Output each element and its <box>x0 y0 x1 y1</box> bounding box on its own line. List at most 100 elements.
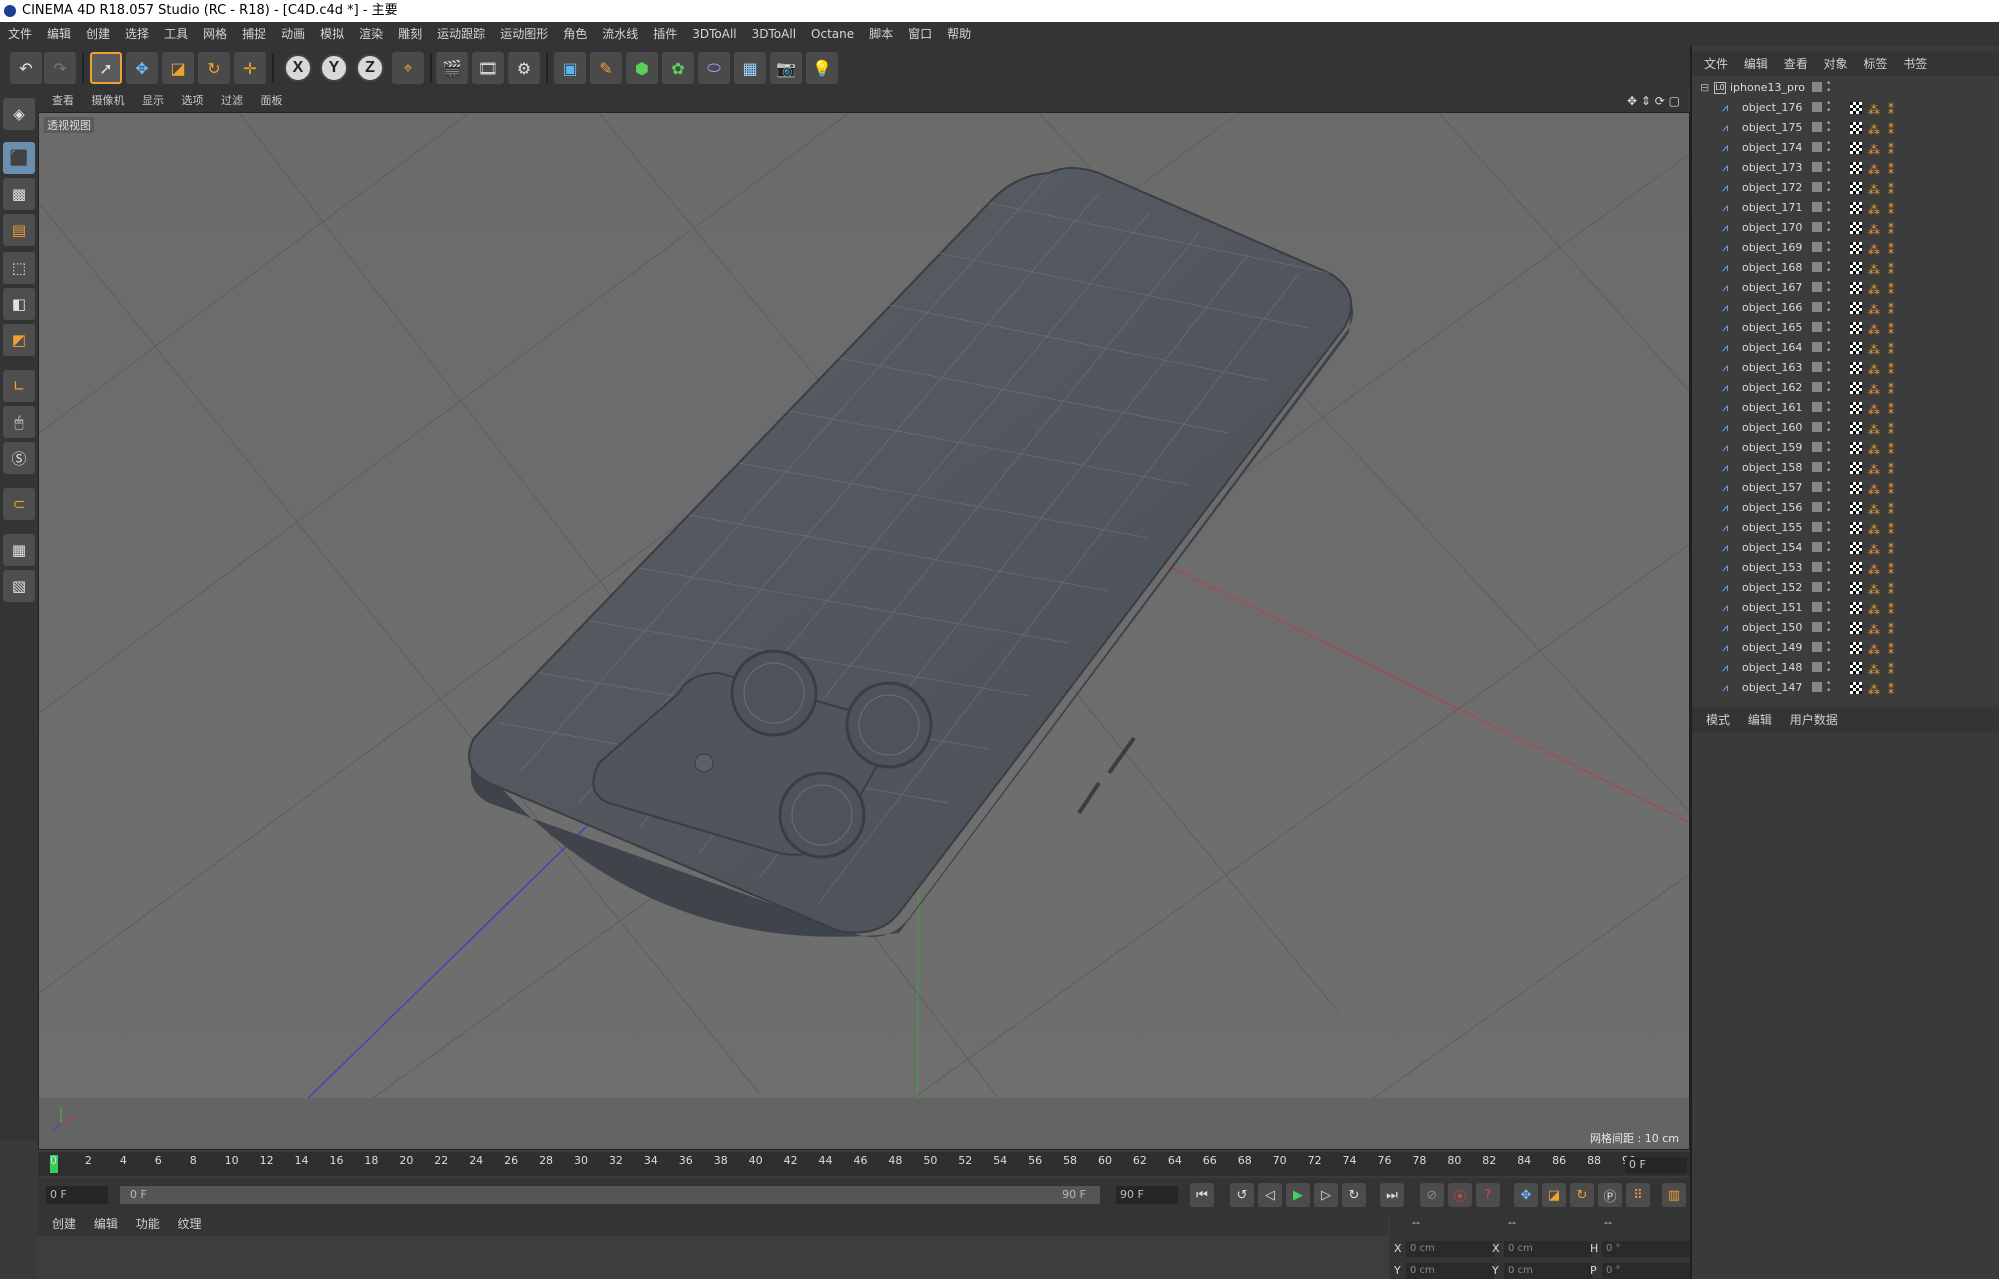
key-parameter-icon[interactable]: Ⓟ <box>1598 1183 1622 1207</box>
key-pla-icon[interactable]: ⠿ <box>1626 1183 1650 1207</box>
phong-tag-icon[interactable]: ⁂ <box>1868 420 1880 440</box>
texture-tag-icon[interactable] <box>1850 662 1862 674</box>
uvw-tag-icon[interactable]: ⁑ <box>1888 140 1894 160</box>
texture-tag-icon[interactable] <box>1850 322 1862 334</box>
list-item[interactable]: ⩘ object_165 • • ⁂ ⁑ <box>1692 318 1999 338</box>
pen-icon[interactable]: ✎ <box>590 52 622 84</box>
list-item[interactable]: ⩘ object_167 • • ⁂ ⁑ <box>1692 278 1999 298</box>
rotation-h-field[interactable]: 0 ° <box>1602 1241 1690 1257</box>
phong-tag-icon[interactable]: ⁂ <box>1868 460 1880 480</box>
move-plus-icon[interactable]: ✛ <box>234 52 266 84</box>
phong-tag-icon[interactable]: ⁂ <box>1868 360 1880 380</box>
magnet-icon[interactable]: ⊂ <box>3 488 35 520</box>
phong-tag-icon[interactable]: ⁂ <box>1868 500 1880 520</box>
layer-flag[interactable] <box>1812 602 1822 612</box>
uvw-tag-icon[interactable]: ⁑ <box>1888 600 1894 620</box>
planar-workplane-icon[interactable]: ▧ <box>3 570 35 602</box>
layer-flag[interactable] <box>1812 562 1822 572</box>
phong-tag-icon[interactable]: ⁂ <box>1868 580 1880 600</box>
texture-tag-icon[interactable] <box>1850 222 1862 234</box>
layer-flag[interactable] <box>1812 342 1822 352</box>
prev-key-icon[interactable]: ↺ <box>1230 1183 1254 1207</box>
texture-tag-icon[interactable] <box>1850 462 1862 474</box>
object-name[interactable]: object_147 <box>1742 678 1802 698</box>
layer-flag[interactable] <box>1812 102 1822 112</box>
end-frame-field[interactable]: 90 F <box>1116 1186 1178 1204</box>
redo-icon[interactable]: ↷ <box>44 52 76 84</box>
viewport-menu-filter[interactable]: 过滤 <box>221 90 243 112</box>
object-name[interactable]: object_157 <box>1742 478 1802 498</box>
range-slider[interactable]: 0 F 90 F <box>120 1186 1100 1204</box>
uvw-tag-icon[interactable]: ⁑ <box>1888 160 1894 180</box>
menu-simulate[interactable]: 模拟 <box>312 22 351 46</box>
object-name[interactable]: object_158 <box>1742 458 1802 478</box>
phong-tag-icon[interactable]: ⁂ <box>1868 320 1880 340</box>
texture-tag-icon[interactable] <box>1850 582 1862 594</box>
texture-tag-icon[interactable] <box>1850 302 1862 314</box>
uvw-tag-icon[interactable]: ⁑ <box>1888 420 1894 440</box>
list-item[interactable]: ⩘ object_150 • • ⁂ ⁑ <box>1692 618 1999 638</box>
layer-flag[interactable] <box>1812 522 1822 532</box>
visibility-dots[interactable]: • • <box>1826 220 1831 236</box>
menu-render[interactable]: 渲染 <box>351 22 390 46</box>
snap-icon[interactable]: Ⓢ <box>3 442 35 474</box>
object-name[interactable]: object_159 <box>1742 438 1802 458</box>
subdivide-icon[interactable]: ⬢ <box>626 52 658 84</box>
model-mode-icon[interactable]: ⬛ <box>3 142 35 174</box>
menu-mograph[interactable]: 运动图形 <box>492 22 555 46</box>
cloner-icon[interactable]: ✿ <box>662 52 694 84</box>
visibility-dots[interactable]: • • <box>1826 120 1831 136</box>
record-icon[interactable]: ⦿ <box>1448 1183 1472 1207</box>
size-y-field[interactable]: 0 cm <box>1504 1263 1592 1279</box>
texture-tag-icon[interactable] <box>1850 362 1862 374</box>
texture-tag-icon[interactable] <box>1850 202 1862 214</box>
object-name[interactable]: object_173 <box>1742 158 1802 178</box>
phong-tag-icon[interactable]: ⁂ <box>1868 300 1880 320</box>
menu-help[interactable]: 帮助 <box>939 22 978 46</box>
menu-window[interactable]: 窗口 <box>900 22 939 46</box>
texture-tag-icon[interactable] <box>1850 482 1862 494</box>
position-y-field[interactable]: 0 cm <box>1406 1263 1494 1279</box>
visibility-dots[interactable]: • • <box>1826 400 1831 416</box>
next-frame-icon[interactable]: ▷ <box>1314 1183 1338 1207</box>
list-item[interactable]: ⩘ object_158 • • ⁂ ⁑ <box>1692 458 1999 478</box>
position-x-field[interactable]: 0 cm <box>1406 1241 1494 1257</box>
layer-flag[interactable] <box>1812 462 1822 472</box>
menu-octane[interactable]: Octane <box>803 22 861 46</box>
layer-flag[interactable] <box>1812 162 1822 172</box>
visibility-dots[interactable]: • • <box>1826 160 1831 176</box>
object-name[interactable]: object_170 <box>1742 218 1802 238</box>
object-name[interactable]: object_151 <box>1742 598 1802 618</box>
phong-tag-icon[interactable]: ⁂ <box>1868 600 1880 620</box>
list-item[interactable]: ⩘ object_172 • • ⁂ ⁑ <box>1692 178 1999 198</box>
uvw-tag-icon[interactable]: ⁑ <box>1888 540 1894 560</box>
list-item[interactable]: ⩘ object_149 • • ⁂ ⁑ <box>1692 638 1999 658</box>
goto-start-icon[interactable]: ⏮ <box>1190 1183 1214 1207</box>
current-frame-field[interactable]: 0 F <box>1625 1157 1687 1173</box>
deformer-icon[interactable]: ⬭ <box>698 52 730 84</box>
om-menu-file[interactable]: 文件 <box>1704 52 1728 76</box>
phong-tag-icon[interactable]: ⁂ <box>1868 440 1880 460</box>
menu-motion-tracking[interactable]: 运动跟踪 <box>429 22 492 46</box>
object-name[interactable]: object_148 <box>1742 658 1802 678</box>
texture-tag-icon[interactable] <box>1850 642 1862 654</box>
object-name[interactable]: object_174 <box>1742 138 1802 158</box>
key-position-icon[interactable]: ✥ <box>1514 1183 1538 1207</box>
viewport-nav-icons[interactable]: ✥ ⇕ ⟳ ▢ <box>1627 90 1680 112</box>
phong-tag-icon[interactable]: ⁂ <box>1868 280 1880 300</box>
phong-tag-icon[interactable]: ⁂ <box>1868 160 1880 180</box>
menu-sculpt[interactable]: 雕刻 <box>390 22 429 46</box>
y-axis-lock-button[interactable]: Y <box>320 54 348 82</box>
layer-flag[interactable] <box>1812 142 1822 152</box>
visibility-dots[interactable]: • • <box>1826 600 1831 616</box>
layer-flag[interactable] <box>1812 662 1822 672</box>
visibility-dots[interactable]: • • <box>1826 580 1831 596</box>
uvw-tag-icon[interactable]: ⁑ <box>1888 240 1894 260</box>
om-menu-tags[interactable]: 标签 <box>1863 52 1887 76</box>
object-name[interactable]: object_150 <box>1742 618 1802 638</box>
visibility-dots[interactable]: • • <box>1826 620 1831 636</box>
object-name[interactable]: object_169 <box>1742 238 1802 258</box>
phong-tag-icon[interactable]: ⁂ <box>1868 260 1880 280</box>
visibility-dots[interactable]: • • <box>1826 380 1831 396</box>
texture-tag-icon[interactable] <box>1850 122 1862 134</box>
